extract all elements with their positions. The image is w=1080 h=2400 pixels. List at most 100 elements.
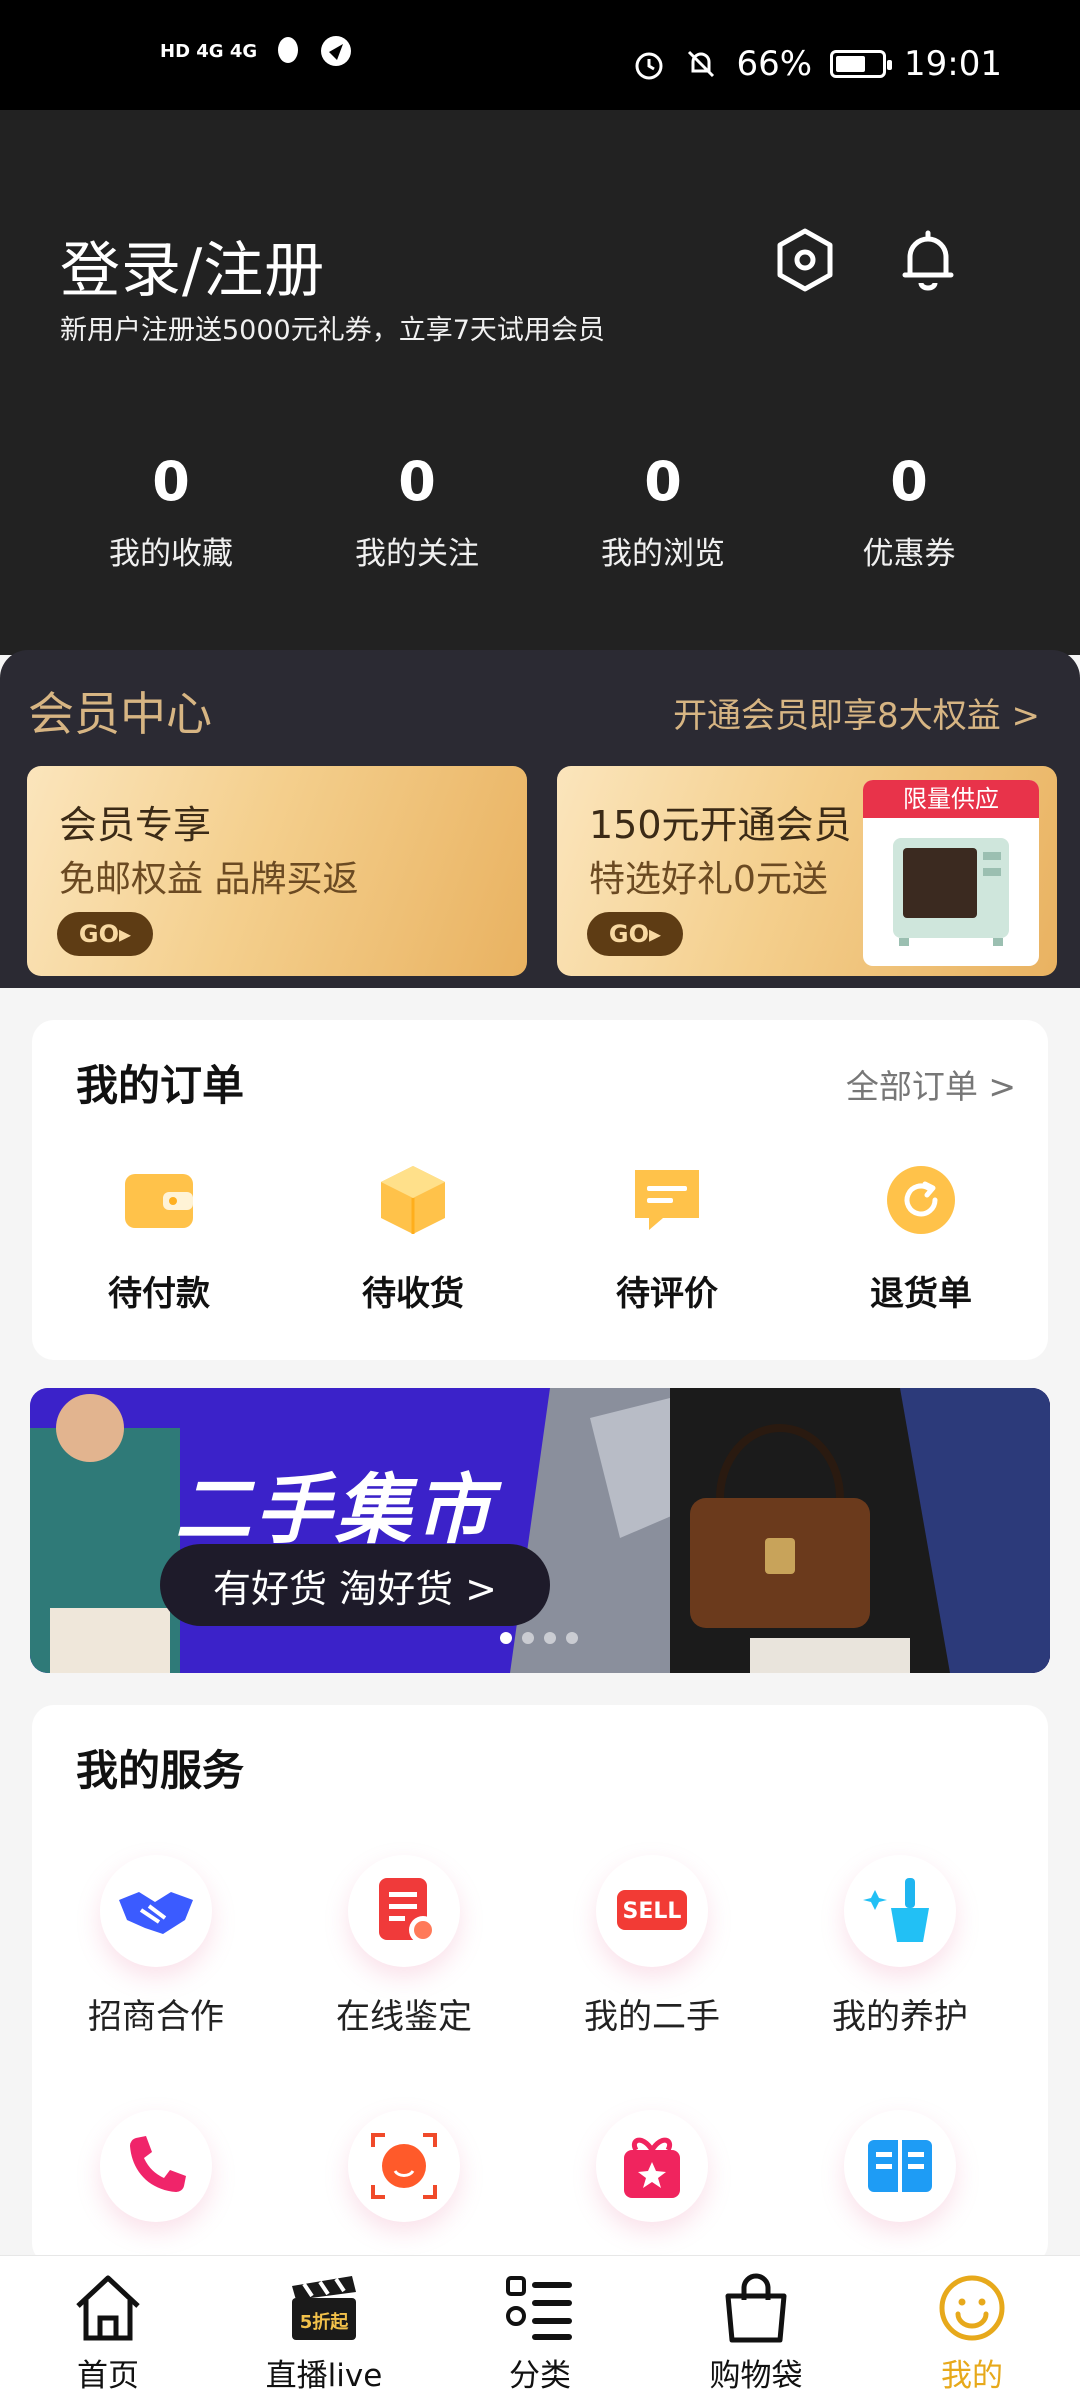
service-my-care[interactable]: 我的养护 (776, 1855, 1024, 2110)
order-label: 待付款 (108, 1274, 210, 1314)
card-subtitle: 免邮权益 品牌买返 (59, 859, 359, 900)
order-label: 退货单 (870, 1274, 972, 1314)
member-card-exclusive[interactable]: 会员专享 免邮权益 品牌买返 GO▸ (27, 766, 527, 976)
network-text: HD 4G 4G (160, 40, 258, 62)
secondhand-market-banner[interactable]: 二手集市 有好货 淘好货 > (30, 1388, 1050, 1673)
service-bubble (348, 2110, 460, 2222)
clock: 19:01 (904, 44, 1002, 84)
nav-label: 分类 (509, 2358, 571, 2394)
home-icon (76, 2275, 140, 2341)
stat-label: 我的浏览 (601, 536, 725, 572)
service-bubble (100, 1855, 212, 1967)
all-orders-link[interactable]: 全部订单 > (846, 1060, 1016, 1108)
member-card-open[interactable]: 150元开通会员 特选好礼0元送 GO▸ 限量供应 (557, 766, 1057, 976)
order-pending-payment[interactable]: 待付款 (32, 1160, 286, 1315)
promo-text: 新用户注册送5000元礼券，立享7天试用会员 (60, 315, 605, 346)
return-icon (887, 1166, 955, 1234)
comment-icon (635, 1170, 699, 1230)
service-merchant-cooperation[interactable]: 招商合作 (32, 1855, 280, 2110)
go-button[interactable]: GO▸ (57, 912, 153, 956)
order-returns[interactable]: 退货单 (794, 1160, 1048, 1315)
sell-icon: SELL (617, 1890, 687, 1930)
member-title: 会员中心 (28, 687, 212, 741)
member-benefits-link[interactable]: 开通会员即享8大权益 > (673, 688, 1040, 737)
qq-icon (278, 37, 299, 63)
order-label: 待收货 (362, 1274, 464, 1314)
settings-hexagon-icon[interactable] (770, 225, 840, 295)
notification-icon (321, 36, 352, 66)
stat-value: 0 (644, 450, 682, 513)
status-right: 66% 19:01 (632, 44, 1002, 84)
nav-mine[interactable]: 我的 (864, 2256, 1080, 2400)
nav-shopping-bag[interactable]: 购物袋 (648, 2256, 864, 2400)
banner-title: 二手集市 (175, 1465, 495, 1554)
limited-offer-box: 限量供应 (863, 780, 1039, 966)
services-title: 我的服务 (76, 1746, 245, 1795)
carousel-dot (500, 1632, 512, 1644)
service-bubble: SELL (596, 1855, 708, 1967)
stat-label: 我的收藏 (109, 536, 233, 572)
nav-label: 首页 (77, 2358, 139, 2394)
stat-label: 优惠券 (862, 536, 956, 572)
carousel-dot (544, 1632, 556, 1644)
carousel-dot (566, 1632, 578, 1644)
card-subtitle: 特选好礼0元送 (589, 859, 828, 900)
stat-label: 我的关注 (355, 536, 479, 572)
stat-favorites[interactable]: 0 我的收藏 (48, 450, 294, 573)
mute-icon (688, 50, 715, 78)
gift-icon (624, 2137, 680, 2198)
orders-title: 我的订单 (76, 1061, 245, 1110)
bottom-navigation: 首页 5折起 直播live 分类 购物袋 我的 (0, 2255, 1080, 2400)
nav-home[interactable]: 首页 (0, 2256, 216, 2400)
login-register-link[interactable]: 登录/注册 (60, 222, 325, 309)
service-bubble (100, 2110, 212, 2222)
nav-label: 购物袋 (709, 2358, 803, 2394)
stats-row: 0 我的收藏 0 我的关注 0 我的浏览 0 优惠券 (0, 450, 1080, 573)
stat-following[interactable]: 0 我的关注 (294, 450, 540, 573)
profile-page: HD 4G 4G 66% 19:01 登录/注册 新用户注册送5000元礼券，立… (0, 0, 1080, 2400)
service-online-appraisal[interactable]: 在线鉴定 (280, 1855, 528, 2110)
service-bubble (844, 1855, 956, 1967)
member-center: 会员中心 开通会员即享8大权益 > 会员专享 免邮权益 品牌买返 GO▸ 150… (0, 650, 1080, 988)
nav-live[interactable]: 5折起 直播live (216, 2256, 432, 2400)
stat-value: 0 (890, 450, 928, 513)
card-title: 会员专享 (59, 803, 212, 847)
stat-coupons[interactable]: 0 优惠券 (786, 450, 1032, 573)
banner-cta[interactable]: 有好货 淘好货 > (160, 1544, 550, 1626)
network-indicators: HD 4G 4G (160, 34, 353, 68)
go-button[interactable]: GO▸ (587, 912, 683, 956)
appraisal-icon (379, 1878, 437, 1944)
package-icon (381, 1166, 445, 1234)
services-card: 我的服务 招商合作 在线鉴定 SELL 我的二手 我的养护 (32, 1705, 1048, 2265)
battery-icon (830, 50, 893, 78)
order-pending-receipt[interactable]: 待收货 (286, 1160, 540, 1315)
handshake-icon (119, 1892, 193, 1934)
limited-tag: 限量供应 (863, 780, 1039, 818)
live-badge: 5折起 (300, 2311, 350, 2333)
bag-icon (725, 2273, 787, 2343)
service-bubble (596, 2110, 708, 2222)
svg-text:SELL: SELL (623, 1899, 682, 1924)
bell-icon[interactable] (893, 225, 963, 295)
service-bubble (844, 2110, 956, 2222)
orders-card: 我的订单 全部订单 > 待付款 待收货 待评价 退货单 (32, 1020, 1048, 1360)
carousel-dot (522, 1632, 534, 1644)
order-status-row: 待付款 待收货 待评价 退货单 (32, 1160, 1048, 1315)
stat-value: 0 (152, 450, 190, 513)
service-bubble (348, 1855, 460, 1967)
card-title: 150元开通会员 (589, 803, 852, 847)
nav-label: 我的 (941, 2358, 1003, 2394)
service-label: 我的二手 (584, 1997, 720, 2037)
smile-icon (939, 2275, 1005, 2341)
wallet-icon (125, 1174, 193, 1228)
service-label: 我的养护 (832, 1997, 968, 2037)
nav-label: 直播live (265, 2358, 383, 2394)
nav-category[interactable]: 分类 (432, 2256, 648, 2400)
stat-value: 0 (398, 450, 436, 513)
stat-history[interactable]: 0 我的浏览 (540, 450, 786, 573)
status-bar: HD 4G 4G 66% 19:01 (0, 0, 1080, 110)
phone-icon (129, 2136, 186, 2193)
order-pending-review[interactable]: 待评价 (540, 1160, 794, 1315)
carousel-dots (500, 1632, 578, 1644)
service-my-secondhand[interactable]: SELL 我的二手 (528, 1855, 776, 2110)
